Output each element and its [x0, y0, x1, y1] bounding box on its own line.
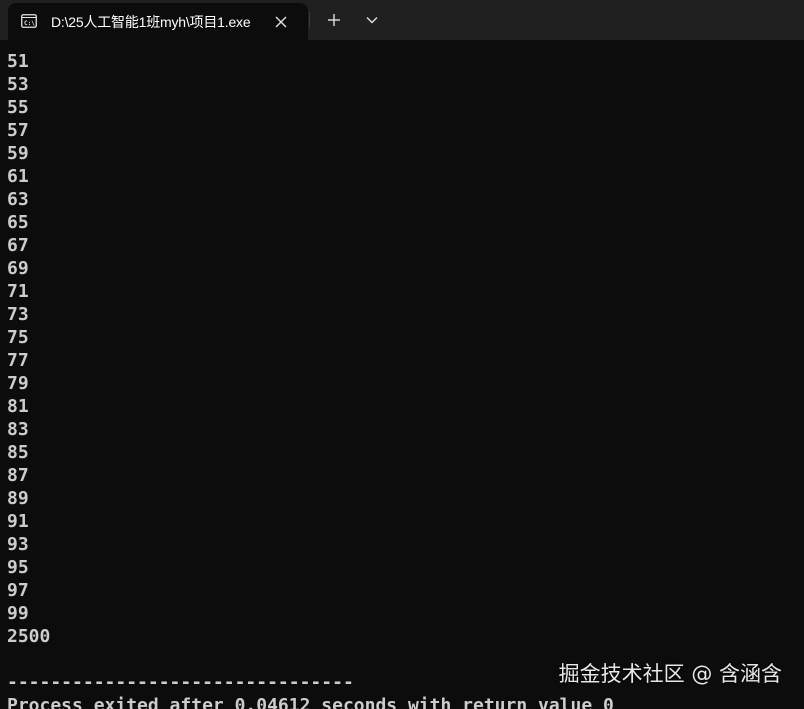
- console-line: 83: [7, 419, 29, 440]
- console-line: 77: [7, 350, 29, 371]
- console-line: 69: [7, 258, 29, 279]
- chevron-down-icon: [366, 17, 378, 24]
- console-line: 51: [7, 51, 29, 72]
- console-line: 55: [7, 97, 29, 118]
- console-line: 79: [7, 373, 29, 394]
- console-line: 99: [7, 603, 29, 624]
- close-icon: [275, 16, 287, 28]
- tab-dropdown-button[interactable]: [358, 8, 386, 32]
- console-line: 95: [7, 557, 29, 578]
- tab-active[interactable]: C:\ D:\25人工智能1班myh\项目1.exe: [8, 3, 308, 40]
- terminal-window: C:\ D:\25人工智能1班myh\项目1.exe 51 53 55 57 5…: [0, 0, 804, 709]
- console-line: 91: [7, 511, 29, 532]
- close-tab-button[interactable]: [270, 11, 292, 33]
- console-line: Process exited after 0.04612 seconds wit…: [7, 695, 614, 709]
- tab-bar: C:\ D:\25人工智能1班myh\项目1.exe: [0, 0, 804, 40]
- console-line: 89: [7, 488, 29, 509]
- new-tab-button[interactable]: [320, 8, 348, 32]
- console-line: 2500: [7, 626, 51, 647]
- plus-icon: [328, 14, 340, 26]
- console-line: 75: [7, 327, 29, 348]
- tab-divider: [309, 12, 310, 28]
- svg-text:C:\: C:\: [24, 20, 35, 27]
- console-line: 71: [7, 281, 29, 302]
- console-line: 57: [7, 120, 29, 141]
- console-line: 63: [7, 189, 29, 210]
- terminal-icon: C:\: [21, 13, 37, 29]
- tab-title: D:\25人工智能1班myh\项目1.exe: [51, 14, 251, 30]
- console-line: 87: [7, 465, 29, 486]
- console-line: 73: [7, 304, 29, 325]
- console-output: 51 53 55 57 59 61 63 65 67 69 71 73 75 77 79 81 83 85 87 89…: [7, 50, 797, 709]
- console-line: 59: [7, 143, 29, 164]
- console-line: 61: [7, 166, 29, 187]
- watermark: 掘金技术社区 @ 含涵含: [558, 662, 782, 686]
- console-line: 93: [7, 534, 29, 555]
- console-line: 97: [7, 580, 29, 601]
- console-line: 67: [7, 235, 29, 256]
- console-line: 53: [7, 74, 29, 95]
- console-line: 65: [7, 212, 29, 233]
- console-line: 85: [7, 442, 29, 463]
- console-line: 81: [7, 396, 29, 417]
